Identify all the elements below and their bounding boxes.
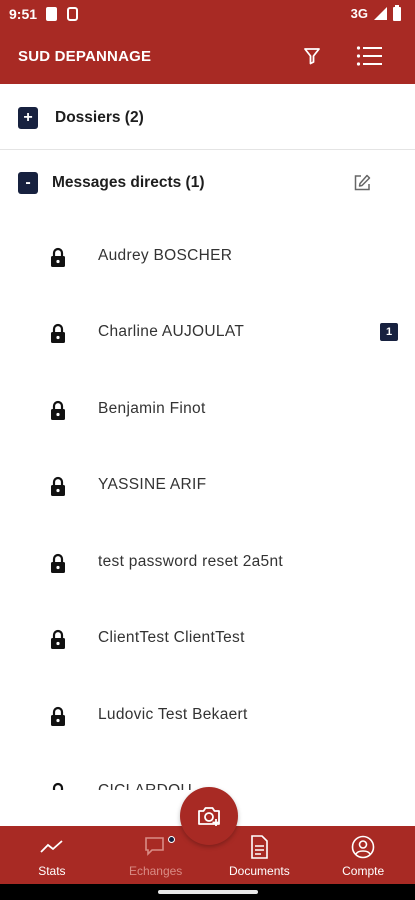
network-type: 3G bbox=[350, 6, 368, 21]
contact-item[interactable]: CICLARDOU bbox=[0, 753, 415, 790]
messages-section[interactable]: - Messages directs (1) bbox=[0, 151, 415, 215]
contact-name: test password reset 2a5nt bbox=[98, 553, 283, 570]
contact-item[interactable]: test password reset 2a5nt bbox=[0, 524, 415, 600]
contact-name: Charline AUJOULAT bbox=[98, 323, 245, 340]
document-icon bbox=[251, 835, 269, 859]
nav-label: Documents bbox=[229, 864, 290, 878]
lock-icon bbox=[52, 782, 64, 790]
status-bar: 9:51 3G bbox=[0, 0, 415, 30]
account-icon bbox=[351, 835, 375, 859]
page-title: SUD DEPANNAGE bbox=[18, 48, 152, 65]
expand-icon[interactable]: + bbox=[18, 106, 38, 129]
lock-icon bbox=[51, 629, 65, 649]
collapse-icon[interactable]: - bbox=[18, 172, 38, 194]
contact-name: Benjamin Finot bbox=[98, 400, 206, 417]
battery-icon bbox=[393, 4, 401, 21]
contact-item[interactable]: ClientTest ClientTest bbox=[0, 600, 415, 676]
contact-name: Audrey BOSCHER bbox=[98, 247, 233, 264]
chart-icon bbox=[40, 840, 63, 853]
status-time: 9:51 bbox=[9, 6, 38, 22]
dossiers-section[interactable]: + Dossiers (2) bbox=[0, 86, 415, 150]
messages-label: Messages directs (1) bbox=[52, 174, 205, 191]
nav-stats[interactable]: Stats bbox=[0, 826, 104, 884]
contact-item[interactable]: Ludovic Test Bekaert bbox=[0, 677, 415, 753]
nav-label: Echanges bbox=[128, 864, 183, 878]
contact-name: ClientTest ClientTest bbox=[98, 629, 245, 646]
nav-label: Stats bbox=[38, 864, 66, 878]
camera-fab-button[interactable] bbox=[180, 787, 238, 845]
notification-dot bbox=[167, 836, 175, 843]
lock-icon bbox=[51, 553, 65, 573]
contact-item[interactable]: Benjamin Finot bbox=[0, 371, 415, 447]
lock-icon bbox=[51, 706, 65, 726]
unread-badge: 1 bbox=[380, 323, 398, 341]
contact-name: CICLARDOU bbox=[98, 782, 192, 790]
filter-icon[interactable] bbox=[302, 46, 322, 66]
dossiers-label: Dossiers (2) bbox=[55, 108, 144, 126]
lock-icon bbox=[51, 400, 65, 420]
contact-item[interactable]: YASSINE ARIF bbox=[0, 447, 415, 523]
edit-icon[interactable] bbox=[352, 173, 372, 193]
list-icon[interactable] bbox=[356, 44, 382, 68]
lock-icon bbox=[51, 476, 65, 496]
sd-card-icon bbox=[46, 7, 57, 21]
chat-icon bbox=[144, 837, 164, 856]
lock-icon bbox=[51, 247, 65, 267]
home-gesture-handle[interactable] bbox=[158, 890, 258, 894]
contact-item[interactable]: Charline AUJOULAT 1 bbox=[0, 294, 415, 370]
contact-name: YASSINE ARIF bbox=[98, 476, 207, 493]
nav-compte[interactable]: Compte bbox=[311, 826, 415, 884]
system-navigation-bar bbox=[0, 884, 415, 900]
app-bar: SUD DEPANNAGE bbox=[0, 30, 415, 84]
contact-name: Ludovic Test Bekaert bbox=[98, 706, 248, 723]
nav-label: Compte bbox=[342, 864, 385, 878]
contact-item[interactable]: Audrey BOSCHER bbox=[0, 218, 415, 294]
signal-icon bbox=[374, 7, 387, 20]
sync-icon bbox=[67, 7, 78, 21]
camera-add-icon bbox=[198, 807, 220, 826]
lock-icon bbox=[51, 323, 65, 343]
